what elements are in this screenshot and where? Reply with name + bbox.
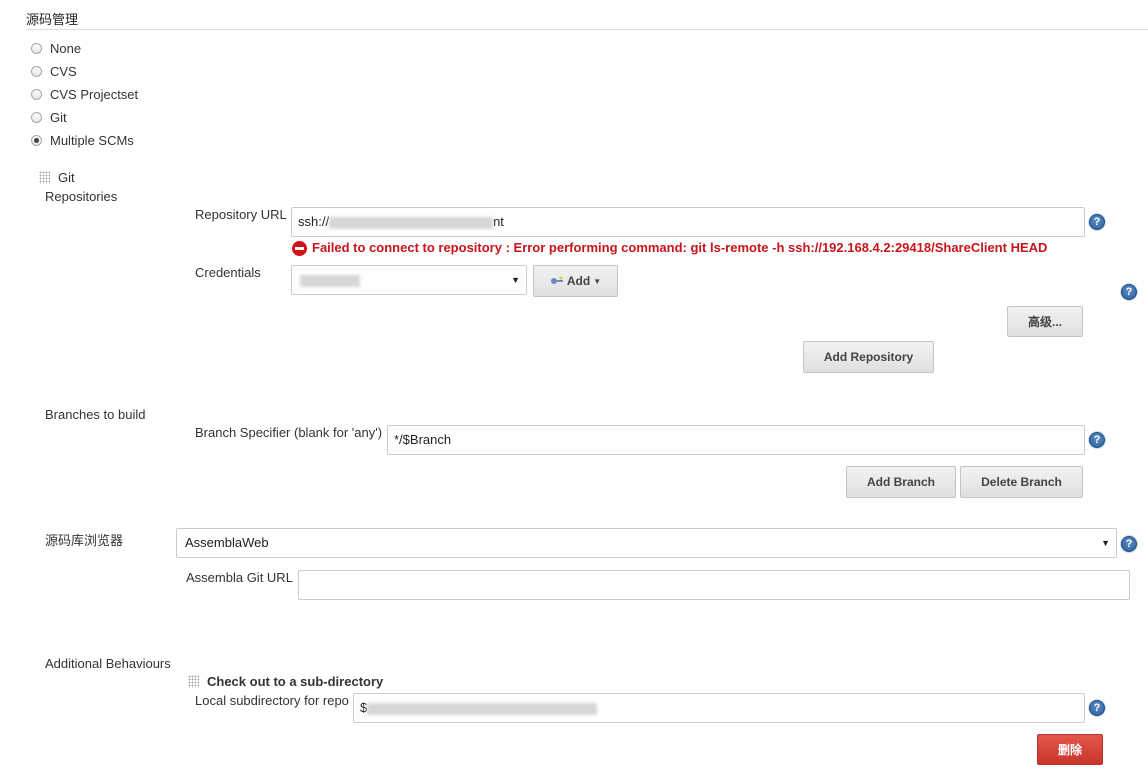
- add-credentials-button[interactable]: Add ▼: [533, 265, 618, 297]
- radio-cvs-projectset[interactable]: [31, 88, 42, 100]
- scm-option-label: None: [50, 40, 82, 56]
- scm-option-git[interactable]: Git: [31, 107, 67, 127]
- repo-browser-select[interactable]: AssemblaWeb ▼: [176, 528, 1117, 558]
- local-subdir-label: Local subdirectory for repo: [195, 693, 349, 708]
- scm-option-label: CVS Projectset: [50, 86, 139, 102]
- repo-url-suffix: nt: [493, 214, 504, 229]
- help-icon[interactable]: ?: [1089, 432, 1105, 448]
- repositories-label: Repositories: [45, 189, 118, 204]
- scm-option-multiple-scms[interactable]: Multiple SCMs: [31, 130, 134, 150]
- repo-error-message: Failed to connect to repository : Error …: [312, 240, 1048, 255]
- section-divider: [26, 29, 1148, 30]
- radio-none[interactable]: [31, 42, 42, 54]
- scm-option-label: Multiple SCMs: [50, 132, 134, 148]
- scm-option-label: Git: [50, 109, 67, 125]
- chevron-down-icon: ▼: [1101, 538, 1110, 548]
- advanced-button[interactable]: 高级...: [1007, 306, 1083, 337]
- repo-browser-value: AssemblaWeb: [185, 535, 269, 550]
- drag-handle-icon[interactable]: [188, 675, 199, 688]
- radio-git[interactable]: [31, 111, 42, 123]
- delete-button[interactable]: 删除: [1037, 734, 1103, 765]
- add-repository-button[interactable]: Add Repository: [803, 341, 934, 373]
- radio-multiple-scms[interactable]: [31, 134, 42, 146]
- redacted-text: [329, 216, 494, 229]
- assembla-url-label: Assembla Git URL: [186, 570, 293, 585]
- repo-browser-label: 源码库浏览器: [45, 533, 124, 548]
- branch-specifier-label: Branch Specifier (blank for 'any'): [195, 425, 383, 440]
- scm-option-label: CVS: [50, 63, 77, 79]
- credentials-select[interactable]: ▼: [291, 265, 527, 295]
- git-block-title: Git: [58, 170, 75, 185]
- chevron-down-icon: ▼: [593, 276, 602, 286]
- scm-option-cvs-projectset[interactable]: CVS Projectset: [31, 84, 138, 104]
- local-subdir-prefix: $: [360, 700, 368, 715]
- add-label: Add: [566, 274, 591, 288]
- delete-branch-button[interactable]: Delete Branch: [960, 466, 1083, 498]
- repo-url-label: Repository URL: [195, 207, 287, 222]
- drag-handle-icon[interactable]: [39, 171, 50, 184]
- chevron-down-icon: ▼: [511, 275, 520, 285]
- help-icon[interactable]: ?: [1121, 284, 1137, 300]
- error-icon: [292, 241, 307, 256]
- branches-label: Branches to build: [45, 407, 146, 422]
- credentials-label: Credentials: [195, 265, 261, 280]
- help-icon[interactable]: ?: [1089, 214, 1105, 230]
- checkout-subdir-title: Check out to a sub-directory: [207, 674, 384, 689]
- redacted-text: [300, 274, 360, 287]
- add-branch-button[interactable]: Add Branch: [846, 466, 956, 498]
- local-subdir-input[interactable]: $: [353, 693, 1085, 723]
- additional-behaviours-label: Additional Behaviours: [45, 656, 171, 671]
- key-icon: [550, 276, 563, 284]
- scm-option-none[interactable]: None: [31, 38, 81, 58]
- help-icon[interactable]: ?: [1089, 700, 1105, 716]
- redacted-text: [367, 702, 598, 715]
- branch-specifier-input[interactable]: */$Branch: [387, 425, 1085, 455]
- assembla-url-input[interactable]: [298, 570, 1130, 600]
- help-icon[interactable]: ?: [1121, 536, 1137, 552]
- section-title: 源码管理: [26, 12, 79, 27]
- repo-url-input[interactable]: ssh:// nt: [291, 207, 1085, 237]
- radio-cvs[interactable]: [31, 65, 42, 77]
- scm-option-cvs[interactable]: CVS: [31, 61, 77, 81]
- repo-url-prefix: ssh://: [298, 214, 330, 229]
